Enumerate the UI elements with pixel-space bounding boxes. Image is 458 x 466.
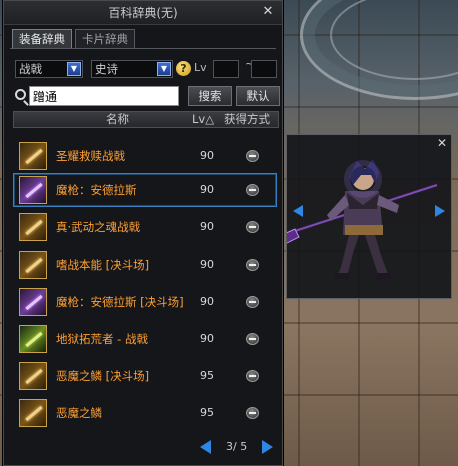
help-icon[interactable]: ?: [176, 61, 191, 76]
gold-halberd-icon: [19, 362, 47, 390]
rotate-left-icon[interactable]: [293, 205, 303, 217]
tab-cards[interactable]: 卡片辞典: [75, 29, 135, 49]
item-level: 95: [200, 369, 214, 382]
list-item[interactable]: 圣耀救赎战戟 90: [13, 139, 277, 173]
tab-bar: 装备辞典 卡片辞典: [12, 29, 135, 49]
acquisition-icon[interactable]: [246, 370, 259, 382]
prev-page-icon[interactable]: [200, 440, 211, 454]
list-item[interactable]: 恶魔之鳞 95: [13, 396, 277, 430]
item-name: 恶魔之鳞 [决斗场]: [56, 369, 150, 383]
character-preview-panel: ✕: [286, 134, 452, 299]
level-max-input[interactable]: [251, 60, 277, 78]
acquisition-icon[interactable]: [246, 150, 259, 162]
acquisition-icon[interactable]: [246, 259, 259, 271]
pagination: 3/ 5: [196, 438, 276, 456]
item-level: 90: [200, 220, 214, 233]
character-preview: [287, 159, 438, 279]
encyclopedia-window: 百科辞典(无) ✕ 装备辞典 卡片辞典 战戟 ▼ 史诗 ▼ ? Lv ~ 搜索 …: [3, 0, 283, 466]
chevron-down-icon[interactable]: ▼: [157, 62, 171, 76]
column-name[interactable]: 名称: [106, 112, 129, 127]
default-button[interactable]: 默认: [236, 86, 280, 106]
table-header: 名称 Lv△ 获得方式: [13, 111, 279, 128]
purple-lance-icon: [19, 176, 47, 204]
item-name: 圣耀救赎战戟: [56, 149, 125, 163]
tab-equipment[interactable]: 装备辞典: [12, 29, 72, 49]
item-level: 90: [200, 183, 214, 196]
item-level: 90: [200, 332, 214, 345]
close-icon[interactable]: ✕: [260, 4, 276, 20]
item-level: 90: [200, 258, 214, 271]
level-min-input[interactable]: [213, 60, 239, 78]
level-label: Lv: [194, 61, 207, 74]
category-value: 战戟: [19, 62, 42, 76]
item-name: 嗜战本能 [决斗场]: [56, 258, 150, 272]
list-item[interactable]: 地狱拓荒者 - 战戟 90: [13, 322, 277, 356]
rarity-value: 史诗: [95, 62, 118, 76]
search-button[interactable]: 搜索: [188, 86, 232, 106]
acquisition-icon[interactable]: [246, 296, 259, 308]
gold-halberd-icon: [19, 251, 47, 279]
tab-divider: [10, 48, 276, 49]
window-title: 百科辞典(无): [108, 6, 178, 20]
rotate-right-icon[interactable]: [435, 205, 445, 217]
list-item[interactable]: 真·武动之魂战戟 90: [13, 210, 277, 244]
acquisition-icon[interactable]: [246, 333, 259, 345]
item-name: 魔枪：安德拉斯: [56, 183, 137, 197]
item-name: 魔枪：安德拉斯 [决斗场]: [56, 295, 184, 309]
page-indicator: 3/ 5: [226, 440, 248, 453]
list-item[interactable]: 恶魔之鳞 [决斗场] 95: [13, 359, 277, 393]
category-select[interactable]: 战戟 ▼: [15, 60, 83, 78]
purple-lance-icon: [19, 288, 47, 316]
item-name: 地狱拓荒者 - 战戟: [56, 332, 148, 346]
chevron-down-icon[interactable]: ▼: [67, 62, 81, 76]
search-input[interactable]: [29, 86, 179, 106]
column-acquisition[interactable]: 获得方式: [224, 112, 270, 127]
acquisition-icon[interactable]: [246, 221, 259, 233]
item-name: 恶魔之鳞: [56, 406, 102, 420]
gold-halberd-icon: [19, 399, 47, 427]
column-level[interactable]: Lv△: [192, 112, 214, 127]
search-row: 搜索 默认: [12, 86, 280, 106]
list-item[interactable]: 嗜战本能 [决斗场] 90: [13, 248, 277, 282]
acquisition-icon[interactable]: [246, 407, 259, 419]
green-halberd-icon: [19, 325, 47, 353]
item-level: 90: [200, 149, 214, 162]
gold-halberd-icon: [19, 213, 47, 241]
item-level: 95: [200, 406, 214, 419]
list-item[interactable]: 魔枪：安德拉斯 [决斗场] 90: [13, 285, 277, 319]
close-icon[interactable]: ✕: [437, 136, 447, 150]
next-page-icon[interactable]: [262, 440, 273, 454]
gold-halberd-icon: [19, 142, 47, 170]
acquisition-icon[interactable]: [246, 184, 259, 196]
list-item-selected[interactable]: 魔枪：安德拉斯 90: [13, 173, 277, 207]
item-level: 90: [200, 295, 214, 308]
search-icon: [15, 89, 26, 100]
rarity-select[interactable]: 史诗 ▼: [91, 60, 173, 78]
item-name: 真·武动之魂战戟: [56, 220, 141, 234]
window-titlebar[interactable]: 百科辞典(无) ✕: [4, 1, 282, 25]
